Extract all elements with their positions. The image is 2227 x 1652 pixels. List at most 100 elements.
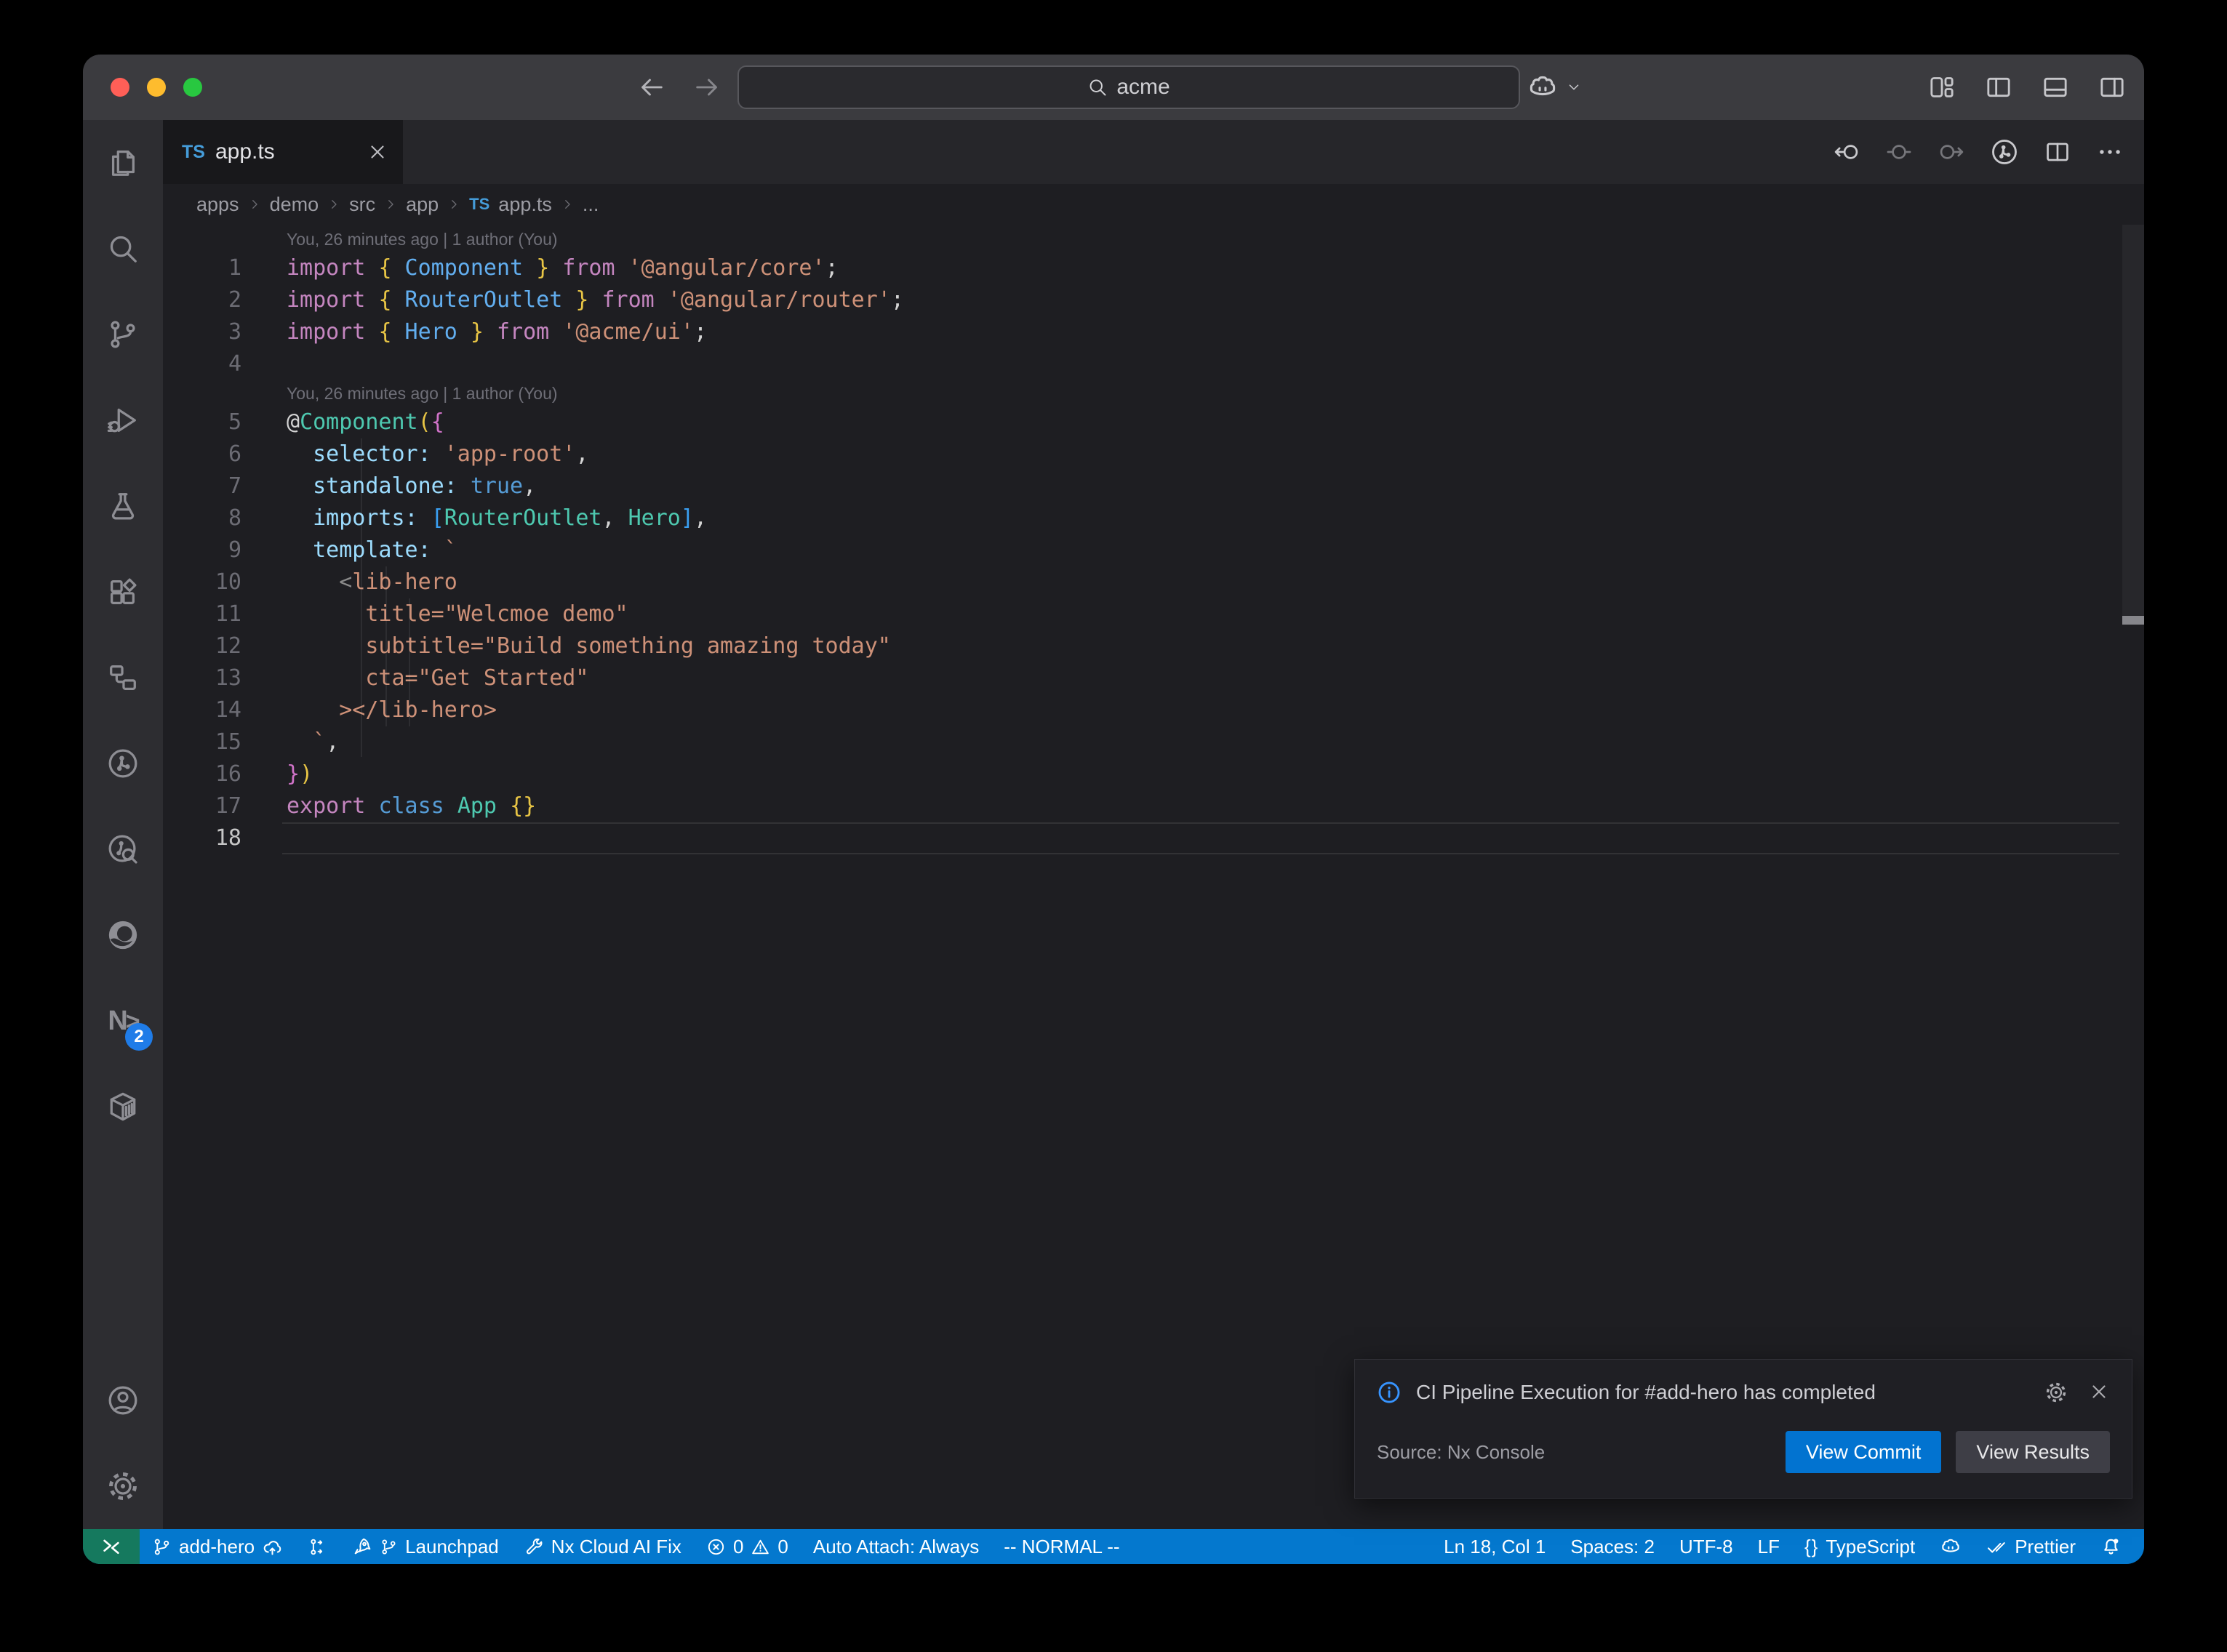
- toggle-secondary-sidebar-icon[interactable]: [2098, 73, 2127, 102]
- toggle-panel-icon[interactable]: [2041, 73, 2070, 102]
- back-icon[interactable]: [637, 73, 666, 102]
- code-line[interactable]: 7 standalone: true,: [163, 470, 2144, 502]
- breadcrumb-demo[interactable]: demo: [270, 193, 319, 216]
- code-text: export class App {}: [241, 790, 536, 822]
- run-debug-icon[interactable]: [83, 377, 163, 463]
- forward-icon[interactable]: [692, 73, 721, 102]
- customize-layout-icon[interactable]: [1927, 73, 1956, 102]
- code-line[interactable]: 12 subtitle="Build something amazing tod…: [163, 630, 2144, 662]
- gitlens-branch-status-item[interactable]: [295, 1529, 340, 1564]
- vscode-window: acme N> 2: [83, 55, 2144, 1564]
- breadcrumb-file[interactable]: app.ts: [498, 193, 552, 216]
- notification-settings-gear-icon[interactable]: [2044, 1381, 2068, 1404]
- copilot-icon[interactable]: [1527, 71, 1559, 103]
- language-label: TypeScript: [1826, 1536, 1915, 1558]
- info-icon: [1377, 1380, 1402, 1405]
- line-number: 2: [163, 284, 241, 316]
- gitlens-icon[interactable]: [83, 721, 163, 806]
- commit-graph-icon[interactable]: [1990, 137, 2019, 167]
- close-tab-icon[interactable]: [367, 141, 388, 163]
- code-line[interactable]: 2import { RouterOutlet } from '@angular/…: [163, 284, 2144, 316]
- formatter-item[interactable]: Prettier: [1974, 1529, 2088, 1564]
- zoom-window-button[interactable]: [183, 78, 202, 97]
- code-line[interactable]: 17export class App {}: [163, 790, 2144, 822]
- eol-item[interactable]: LF: [1746, 1529, 1792, 1564]
- containers-icon[interactable]: [83, 1064, 163, 1150]
- branch-status-item[interactable]: add-hero: [140, 1529, 295, 1564]
- code-editor[interactable]: You, 26 minutes ago | 1 author (You)1imp…: [163, 225, 2144, 1529]
- line-number: 1: [163, 252, 241, 284]
- changes-icon[interactable]: [1885, 138, 1913, 166]
- blame-row: You, 26 minutes ago | 1 author (You): [163, 226, 2144, 252]
- code-line[interactable]: 11 title="Welcmoe demo": [163, 598, 2144, 630]
- code-line[interactable]: 10 <lib-hero: [163, 566, 2144, 598]
- breadcrumb-app[interactable]: app: [406, 193, 439, 216]
- code-line[interactable]: 1import { Component } from '@angular/cor…: [163, 252, 2144, 284]
- braces-icon: {}: [1804, 1536, 1818, 1558]
- copilot-status-item[interactable]: [1927, 1529, 1974, 1564]
- extensions-icon[interactable]: [83, 549, 163, 635]
- code-line[interactable]: 3import { Hero } from '@acme/ui';: [163, 316, 2144, 348]
- blame-annotation: You, 26 minutes ago | 1 author (You): [241, 380, 558, 406]
- notifications-bell-item[interactable]: [2088, 1529, 2134, 1564]
- breadcrumb-src[interactable]: src: [349, 193, 375, 216]
- minimize-window-button[interactable]: [147, 78, 166, 97]
- toggle-primary-sidebar-icon[interactable]: [1984, 73, 2013, 102]
- more-actions-icon[interactable]: [2096, 138, 2124, 166]
- code-line[interactable]: 6 selector: 'app-root',: [163, 438, 2144, 470]
- gitlens-inspect-icon[interactable]: [83, 806, 163, 892]
- code-line[interactable]: 16}): [163, 758, 2144, 790]
- problems-item[interactable]: 0 0: [694, 1529, 801, 1564]
- code-line[interactable]: 14 ></lib-hero>: [163, 694, 2144, 726]
- line-number: 17: [163, 790, 241, 822]
- nx-console-icon[interactable]: N> 2: [83, 978, 163, 1064]
- tab-app-ts[interactable]: TS app.ts: [163, 120, 403, 184]
- settings-gear-icon[interactable]: [83, 1443, 163, 1529]
- launchpad-item[interactable]: Launchpad: [340, 1529, 511, 1564]
- source-control-icon[interactable]: [83, 292, 163, 377]
- auto-attach-item[interactable]: Auto Attach: Always: [801, 1529, 991, 1564]
- line-number: [163, 226, 241, 252]
- code-text: title="Welcmoe demo": [241, 598, 628, 630]
- split-editor-icon[interactable]: [2044, 138, 2071, 166]
- notification-close-icon[interactable]: [2088, 1381, 2110, 1404]
- notification-title: CI Pipeline Execution for #add-hero has …: [1416, 1381, 2030, 1404]
- line-number: 5: [163, 406, 241, 438]
- view-commit-button[interactable]: View Commit: [1786, 1431, 1942, 1473]
- chevron-right-icon: [447, 198, 460, 211]
- vertical-scrollbar[interactable]: [2122, 225, 2144, 1529]
- next-change-icon[interactable]: [1938, 138, 1965, 166]
- breadcrumb-symbol-tail[interactable]: ...: [583, 193, 599, 216]
- code-line[interactable]: 4: [163, 348, 2144, 380]
- vim-mode-item[interactable]: -- NORMAL --: [991, 1529, 1132, 1564]
- remote-indicator[interactable]: [83, 1529, 140, 1564]
- edge-devtools-icon[interactable]: [83, 892, 163, 978]
- previous-change-icon[interactable]: [1833, 138, 1860, 166]
- breadcrumb-apps[interactable]: apps: [196, 193, 239, 216]
- code-text: [241, 348, 287, 380]
- command-center-search[interactable]: acme: [737, 65, 1520, 109]
- activity-bar: N> 2: [83, 120, 163, 1529]
- language-mode-item[interactable]: {} TypeScript: [1792, 1529, 1927, 1564]
- project-graph-icon[interactable]: [83, 635, 163, 721]
- search-sidebar-icon[interactable]: [83, 206, 163, 292]
- nx-cloud-fix-item[interactable]: Nx Cloud AI Fix: [511, 1529, 694, 1564]
- accounts-icon[interactable]: [83, 1358, 163, 1443]
- close-window-button[interactable]: [111, 78, 129, 97]
- testing-icon[interactable]: [83, 463, 163, 549]
- code-line[interactable]: 8 imports: [RouterOutlet, Hero],: [163, 502, 2144, 534]
- code-line[interactable]: 13 cta="Get Started": [163, 662, 2144, 694]
- code-line[interactable]: 5@Component({: [163, 406, 2144, 438]
- explorer-icon[interactable]: [83, 120, 163, 206]
- encoding-item[interactable]: UTF-8: [1667, 1529, 1746, 1564]
- indentation-item[interactable]: Spaces: 2: [1558, 1529, 1667, 1564]
- code-line[interactable]: 15 `,: [163, 726, 2144, 758]
- code-text: @Component({: [241, 406, 444, 438]
- tab-label: app.ts: [215, 140, 356, 164]
- code-line[interactable]: 9 template: `: [163, 534, 2144, 566]
- chevron-down-icon[interactable]: [1566, 79, 1582, 95]
- code-line[interactable]: 18: [163, 822, 2144, 854]
- view-results-button[interactable]: View Results: [1956, 1431, 2110, 1473]
- indent-guide: [409, 598, 410, 726]
- cursor-position-item[interactable]: Ln 18, Col 1: [1431, 1529, 1558, 1564]
